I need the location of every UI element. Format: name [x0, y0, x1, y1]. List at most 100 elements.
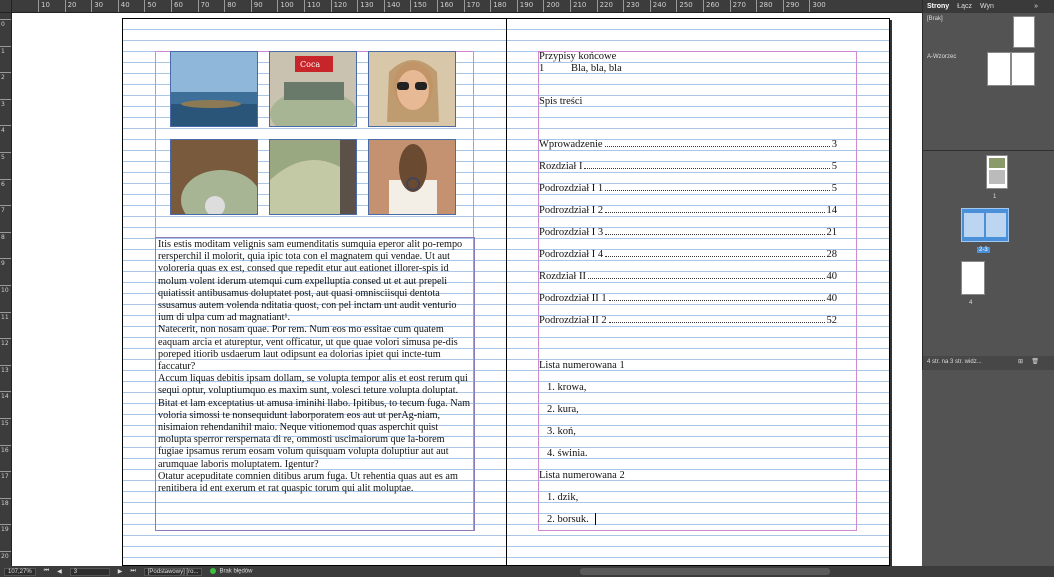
- ruler-tick: 110: [304, 0, 320, 12]
- spread-2-3-thumb[interactable]: [961, 208, 1009, 242]
- toc-entry[interactable]: Rozdział II 40: [539, 271, 837, 282]
- photo-woman-necklace[interactable]: [368, 139, 456, 215]
- toc-entry[interactable]: Podrozdział I 3 21: [539, 227, 837, 238]
- toc-entry[interactable]: Podrozdział I 4 28: [539, 249, 837, 260]
- document-canvas[interactable]: Coca Itis estis moditam velignis sam eum…: [12, 13, 922, 566]
- ruler-tick-label: 2: [1, 74, 5, 82]
- ruler-tick-label: 70: [200, 1, 210, 9]
- panel-menu-icon[interactable]: »: [1034, 3, 1038, 10]
- page-1-thumb[interactable]: [986, 155, 1008, 189]
- ruler-tick: 100: [277, 0, 294, 12]
- ruler-tick-label: 180: [493, 1, 507, 9]
- toc-heading[interactable]: Spis treści: [539, 96, 582, 107]
- toc-entry[interactable]: Rozdział I 5: [539, 161, 837, 172]
- ruler-tick-label: 18: [1, 499, 9, 507]
- tab-wrap[interactable]: Wyn: [980, 3, 994, 10]
- photo-car-roof[interactable]: [269, 139, 357, 215]
- ruler-tick: 190: [516, 0, 533, 12]
- ruler-tick-label: 20: [67, 1, 77, 9]
- ruler-tick-label: 220: [599, 1, 613, 9]
- list2-heading[interactable]: Lista numerowana 2: [539, 470, 625, 481]
- page-count-status: 4 str. na 3 str. widz...: [927, 359, 982, 365]
- pages-panel-footer: 4 str. na 3 str. widz... ⊞ 🗑: [923, 356, 1054, 370]
- toc-entry-page: 14: [826, 205, 838, 216]
- ruler-tick: 200: [543, 0, 560, 12]
- toc-entry-page: 40: [826, 293, 838, 304]
- ruler-origin[interactable]: [0, 0, 12, 13]
- horizontal-scrollbar[interactable]: [580, 568, 830, 575]
- toc-leader: [608, 300, 825, 301]
- toc-leader: [605, 234, 825, 235]
- list-item[interactable]: 1. dzik,: [547, 492, 578, 503]
- ruler-tick-label: 9: [1, 260, 5, 268]
- first-page-icon[interactable]: ⏮: [44, 568, 49, 575]
- toc-entry-page: 21: [826, 227, 838, 238]
- master-none-thumb[interactable]: [1013, 16, 1035, 48]
- tab-pages[interactable]: Strony: [927, 3, 949, 10]
- style-field[interactable]: [Podstawowy] [ro...: [143, 567, 203, 576]
- toc-entry[interactable]: Podrozdział II 1 40: [539, 293, 837, 304]
- ruler-tick-label: 240: [652, 1, 667, 9]
- ruler-tick: 6: [0, 178, 11, 188]
- toc-leader: [604, 146, 830, 147]
- ruler-tick: 2: [0, 72, 11, 81]
- toc-entry-label: Podrozdział II 2: [539, 315, 607, 326]
- last-page-icon[interactable]: ⏭: [130, 568, 135, 575]
- master-a-right-thumb[interactable]: [1011, 52, 1035, 86]
- new-page-icon[interactable]: ⊞: [1018, 358, 1023, 365]
- spread-2-3-label: 2-3: [977, 247, 990, 253]
- toc-entry-label: Podrozdział I 4: [539, 249, 604, 260]
- page-4-thumb[interactable]: [961, 261, 985, 295]
- list-item[interactable]: 2. kura,: [547, 404, 579, 415]
- delete-page-icon[interactable]: 🗑: [1031, 358, 1039, 365]
- list-item[interactable]: 4. świnia.: [547, 448, 588, 459]
- ruler-tick: 15: [0, 418, 11, 427]
- ruler-tick: 130: [357, 0, 374, 12]
- toc-entry-page: 5: [831, 183, 837, 194]
- ruler-tick-label: 110: [307, 1, 321, 9]
- body-paragraph: Bitat et lam exceptatius ut amusa iminih…: [158, 397, 471, 470]
- toc-leader: [587, 278, 825, 279]
- preflight-status[interactable]: Brak błędów: [210, 568, 252, 575]
- list-item[interactable]: 1. krowa,: [547, 382, 586, 393]
- endnotes-heading[interactable]: Przypisy końcowe: [539, 51, 616, 62]
- list-item[interactable]: 3. koń,: [547, 426, 576, 437]
- body-paragraph: Itis estis moditam velignis sam eumendit…: [158, 239, 463, 324]
- ruler-tick-label: 12: [1, 340, 9, 348]
- ruler-tick: 50: [144, 0, 156, 12]
- toc-entry[interactable]: Podrozdział I 2 14: [539, 205, 837, 216]
- photo-sea[interactable]: [170, 51, 258, 127]
- photo-woman-sunglasses[interactable]: [368, 51, 456, 127]
- photo-car-detail[interactable]: [170, 139, 258, 215]
- next-page-icon[interactable]: ▶: [118, 568, 123, 575]
- toc-entry[interactable]: Podrozdział II 2 52: [539, 315, 837, 326]
- horizontal-ruler[interactable]: 10 20 30 40 50 60 70 80 90 100 110 120 130 140 150 160 1…: [12, 0, 922, 13]
- page-number-field[interactable]: 3: [69, 567, 110, 576]
- toc-entry[interactable]: Podrozdział I 1 5: [539, 183, 837, 194]
- ruler-tick: 180: [490, 0, 507, 12]
- list1-heading[interactable]: Lista numerowana 1: [539, 360, 625, 371]
- prev-page-icon[interactable]: ◀: [57, 568, 62, 575]
- ruler-tick: 270: [729, 0, 746, 12]
- ruler-tick-label: 160: [440, 1, 454, 9]
- zoom-field[interactable]: 107,27%: [4, 567, 36, 576]
- endnote-text[interactable]: Bla, bla, bla: [571, 63, 622, 74]
- ruler-tick: 280: [756, 0, 773, 12]
- master-a-left-thumb[interactable]: [987, 52, 1011, 86]
- ruler-tick: 120: [330, 0, 347, 12]
- list-item[interactable]: 2. borsuk.: [547, 514, 589, 525]
- ruler-tick: 80: [224, 0, 236, 12]
- body-text-frame[interactable]: Itis estis moditam velignis sam eumendit…: [155, 237, 475, 531]
- ruler-tick-label: 19: [1, 526, 9, 534]
- ruler-tick: 240: [649, 0, 666, 12]
- pages-panel[interactable]: Strony Łącz Wyn » [Brak] A-Wzorzec 1 2-3…: [922, 0, 1054, 370]
- toc-leader: [584, 168, 830, 169]
- tab-links[interactable]: Łącz: [957, 3, 972, 10]
- photo-car-cola[interactable]: Coca: [269, 51, 357, 127]
- ruler-tick-label: 7: [1, 207, 5, 215]
- ruler-tick-label: 50: [147, 1, 157, 9]
- toc-entry[interactable]: Wprowadzenie 3: [539, 139, 837, 150]
- vertical-ruler[interactable]: 0 1 2 3 4 5 6 7 8 9 10 11 12 13 14 15 16 17 18 19 20: [0, 13, 12, 566]
- page-spread[interactable]: Coca Itis estis moditam velignis sam eum…: [122, 18, 890, 566]
- ruler-tick: 9: [0, 258, 11, 267]
